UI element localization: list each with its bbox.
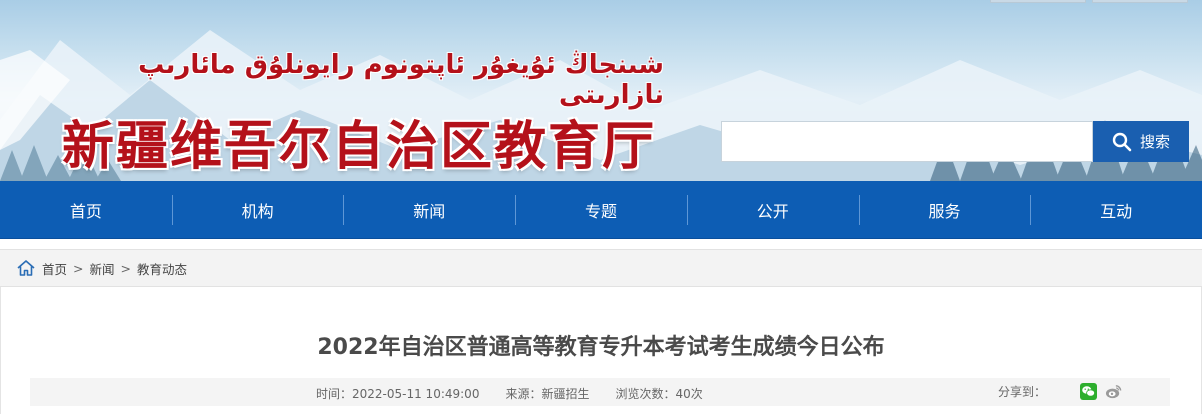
share-label: 分享到： <box>998 385 1047 399</box>
nav-item-home[interactable]: 首页 <box>0 181 172 238</box>
breadcrumb: 首页 > 新闻 > 教育动态 <box>0 249 1202 287</box>
search-icon <box>1112 132 1132 151</box>
top-link-tab[interactable] <box>990 0 1086 3</box>
main-nav: 首页 机构 新闻 专题 公开 服务 互动 <box>0 181 1202 239</box>
nav-item-interaction[interactable]: 互动 <box>1030 181 1202 238</box>
wechat-icon <box>1080 383 1098 400</box>
share-bar: 分享到： <box>998 383 1122 400</box>
publish-time: 时间：2022-05-11 10:49:00 <box>316 387 480 401</box>
search-input[interactable] <box>721 121 1093 162</box>
search-button-label: 搜索 <box>1139 133 1170 151</box>
site-title-uyghur: شىنجاڭ ئۇيغۇر ئاپتونوم رايونلۇق مائارىپ … <box>138 50 664 110</box>
nav-item-disclosure[interactable]: 公开 <box>686 181 859 238</box>
weibo-icon <box>1105 385 1122 399</box>
site-header: شىنجاڭ ئۇيغۇر ئاپتونوم رايونلۇق مائارىپ … <box>0 0 1202 181</box>
article-source: 来源：新疆招生 <box>505 387 590 401</box>
nav-item-topics[interactable]: 专题 <box>515 181 687 238</box>
top-link-tab[interactable] <box>1092 0 1188 3</box>
breadcrumb-separator: > <box>73 260 84 276</box>
nav-item-organization[interactable]: 机构 <box>171 181 344 238</box>
article-title: 2022年自治区普通高等教育专升本考试考生成绩今日公布 <box>317 335 885 360</box>
view-count: 浏览次数：40次 <box>615 387 703 401</box>
article-meta-info: 时间：2022-05-11 10:49:00 来源：新疆招生 浏览次数：40次 <box>316 385 703 402</box>
breadcrumb-news[interactable]: 新闻 <box>90 259 115 278</box>
top-utility-links <box>990 0 1188 3</box>
breadcrumb-home[interactable]: 首页 <box>42 259 67 278</box>
nav-item-services[interactable]: 服务 <box>858 181 1031 238</box>
nav-item-news[interactable]: 新闻 <box>343 181 515 238</box>
weibo-share-button[interactable] <box>1105 383 1122 400</box>
search-button[interactable]: 搜索 <box>1093 121 1189 162</box>
breadcrumb-education-news[interactable]: 教育动态 <box>137 259 187 278</box>
home-icon[interactable] <box>16 259 36 277</box>
wechat-share-button[interactable] <box>1080 383 1098 400</box>
breadcrumb-separator: > <box>120 260 131 276</box>
search-box: 搜索 <box>721 121 1189 162</box>
article-meta-bar: 时间：2022-05-11 10:49:00 来源：新疆招生 浏览次数：40次 … <box>30 378 1170 406</box>
site-title-chinese: 新疆维吾尔自治区教育厅 <box>62 116 657 177</box>
